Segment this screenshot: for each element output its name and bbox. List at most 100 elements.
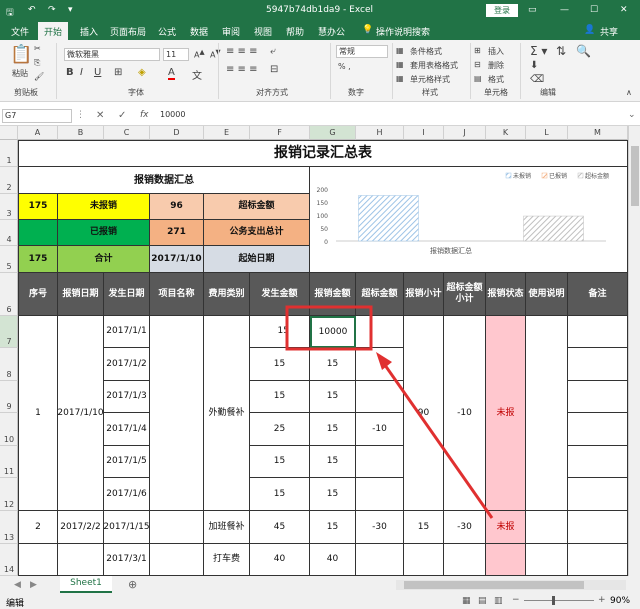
vertical-scroll-thumb[interactable] [631,146,639,206]
expand-formula-icon[interactable]: ⌄ [628,110,636,120]
cut-icon[interactable]: ✂ [34,44,41,53]
sheet-tab-sheet1[interactable]: Sheet1 [60,576,112,593]
clear-icon[interactable]: ⌫ [530,74,544,85]
login-button[interactable]: 登录 [486,4,518,17]
minimize-icon[interactable]: — [560,5,569,15]
horizontal-scrollbar[interactable] [396,580,626,590]
percent-icon[interactable]: % , [338,62,351,71]
share-icon[interactable]: 👤 [584,25,595,35]
cell-styles-icon[interactable]: ▦ [396,74,404,83]
delete-cells-button[interactable]: 删除 [488,60,504,71]
page-break-view-icon[interactable]: ▥ [494,596,503,606]
tab-help[interactable]: 帮助 [286,25,304,38]
delete-cells-icon[interactable]: ⊟ [474,60,481,69]
group-cells: 单元格 [484,88,508,97]
insert-cells-button[interactable]: 插入 [488,46,504,57]
underline-icon[interactable]: U [94,67,101,78]
tab-formulas[interactable]: 公式 [158,25,176,38]
table-format-button[interactable]: 套用表格格式 [410,60,458,71]
font-name-select[interactable]: 微软雅黑 [64,48,160,61]
tab-review[interactable]: 审阅 [222,25,240,38]
table-format-icon[interactable]: ▦ [396,60,404,69]
paste-button[interactable]: 粘贴 [12,68,28,79]
undo-icon[interactable]: ↶ [28,5,36,15]
wrap-text-icon[interactable]: ⤶ [270,46,276,57]
normal-view-icon[interactable]: ▦ [462,596,471,606]
number-format-select[interactable]: 常规 [336,45,388,58]
name-box[interactable]: G7 [2,109,72,123]
group-styles: 样式 [422,88,438,97]
copy-icon[interactable]: ⎘ [34,58,40,68]
insert-cells-icon[interactable]: ⊞ [474,46,481,55]
save-icon[interactable]: 🖫 [6,5,14,21]
annotation-overlay [285,305,494,519]
align-left-icon[interactable]: ≡ ≡ ≡ [226,64,258,75]
redo-icon[interactable]: ↷ [48,5,56,15]
share-button[interactable]: 共享 [600,25,618,38]
tab-page-layout[interactable]: 页面布局 [110,25,146,38]
close-icon[interactable]: ✕ [620,5,628,15]
tab-huibangong[interactable]: 慧办公 [318,25,345,38]
align-top-icon[interactable]: ≡ ≡ ≡ [226,46,258,57]
italic-icon[interactable]: I [80,67,83,78]
worksheet-grid: A B C D E F G H I J K L M 1 2 3 4 5 6 7 … [0,126,640,576]
enter-formula-icon[interactable]: ✓ [118,110,126,121]
group-alignment: 对齐方式 [256,88,288,97]
name-box-dropdown-icon[interactable]: ⋮ [76,110,85,120]
font-color-icon[interactable]: A [168,67,175,80]
prev-sheet-icon[interactable]: ◀ [14,580,21,590]
zoom-level[interactable]: 90% [610,596,630,606]
lightbulb-icon: 💡 [362,25,374,35]
insert-function-icon[interactable]: fx [140,110,149,120]
tab-file[interactable]: 文件 [11,25,29,38]
customize-qat-icon[interactable]: ▾ [68,5,73,15]
maximize-icon[interactable]: ☐ [590,5,598,15]
format-cells-button[interactable]: 格式 [488,74,504,85]
window-title: 5947b74db1da9 - Excel [266,5,373,15]
paste-icon[interactable]: 📋 [10,44,32,65]
sort-filter-icon[interactable]: ⇅ [556,44,566,58]
title-bar: 🖫 ↶ ↷ ▾ 5947b74db1da9 - Excel 登录 ▭ — ☐ ✕ [0,0,640,22]
font-size-select[interactable]: 11 [163,48,189,61]
zoom-out-icon[interactable]: − [512,595,520,605]
font-grow-icon[interactable]: A▲ [194,48,205,60]
formula-input[interactable]: 10000 [158,109,628,123]
tab-insert[interactable]: 插入 [80,25,98,38]
conditional-format-button[interactable]: 条件格式 [410,46,442,57]
border-icon[interactable]: ⊞ [114,67,122,78]
phonetic-icon[interactable]: 文 [192,67,202,82]
highlight-box [285,305,373,351]
format-painter-icon[interactable]: 🖌 [34,72,44,81]
fill-color-icon[interactable]: ◈ [138,67,146,78]
vertical-scrollbar[interactable] [628,126,640,576]
zoom-in-icon[interactable]: + [598,595,606,605]
conditional-format-icon[interactable]: ▦ [396,46,404,55]
bold-icon[interactable]: B [66,67,74,78]
zoom-slider[interactable] [524,600,594,601]
horizontal-scroll-thumb[interactable] [404,581,584,589]
status-mode: 编辑 [6,599,25,609]
tab-view[interactable]: 视图 [254,25,272,38]
tab-data[interactable]: 数据 [190,25,208,38]
ribbon-display-icon[interactable]: ▭ [528,5,537,15]
merge-center-icon[interactable]: ⊟ [270,64,278,75]
find-select-icon[interactable]: 🔍 [576,44,591,58]
tab-home[interactable]: 开始 [38,22,69,40]
next-sheet-icon[interactable]: ▶ [30,580,37,590]
cancel-formula-icon[interactable]: ✕ [96,110,104,121]
ribbon-home: 📋 粘贴 ✂ ⎘ 🖌 剪贴板 微软雅黑 11 A▲ A▼ B I U ⊞ ◈ A… [0,40,640,102]
fill-icon[interactable]: ⬇ [530,60,538,71]
autosum-icon[interactable]: Σ ▾ [530,44,547,58]
cell-styles-button[interactable]: 单元格样式 [410,74,450,85]
annotation-arrow-head [376,352,392,370]
collapse-ribbon-icon[interactable]: ∧ [626,88,632,97]
zoom-slider-thumb[interactable] [552,596,555,605]
font-shrink-icon[interactable]: A▼ [210,48,221,60]
ribbon-tabs: 文件 开始 插入 页面布局 公式 数据 审阅 视图 帮助 慧办公 💡 操作说明搜… [0,22,640,40]
annotation-arrow-line [378,357,494,519]
tell-me-search[interactable]: 操作说明搜索 [376,25,430,38]
formula-bar: G7 ⋮ ✕ ✓ fx 10000 ⌄ [0,106,640,126]
add-sheet-icon[interactable]: ⊕ [128,578,137,591]
format-cells-icon[interactable]: ▤ [474,74,482,83]
page-layout-view-icon[interactable]: ▤ [478,596,487,606]
